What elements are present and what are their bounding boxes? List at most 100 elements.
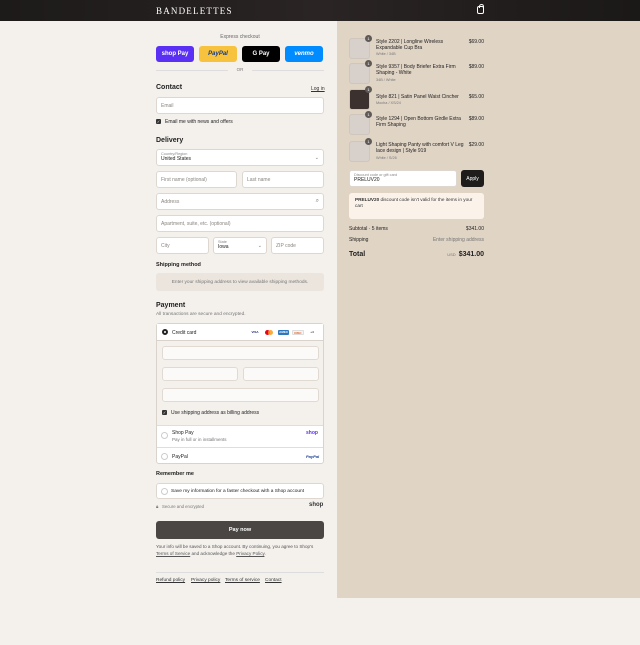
- more-cards-badge: +4: [310, 330, 314, 334]
- zip-field[interactable]: ZIP code: [271, 237, 324, 254]
- mastercard-icon: [264, 330, 274, 335]
- shop-pay-label: Shop Pay: [172, 430, 194, 436]
- shipping-method-heading: Shipping method: [156, 262, 201, 268]
- shop-pay-sub: Pay in full or in installments: [172, 437, 227, 442]
- credit-card-form: ✓ Use shipping address as billing addres…: [157, 341, 323, 425]
- name-on-card-field[interactable]: [162, 388, 319, 402]
- shipping-value: Enter shipping address: [432, 237, 484, 243]
- payment-heading: Payment: [156, 302, 186, 309]
- legal-mid: and acknowledge the: [190, 550, 237, 556]
- top-bar: BANDELETTES: [0, 0, 640, 21]
- item-price: $89.00: [468, 64, 484, 70]
- card-number-field[interactable]: [162, 346, 319, 360]
- shop-pay-option[interactable]: Shop Pay Pay in full or in installments …: [157, 425, 323, 447]
- subtotal-label: Subtotal · 5 items: [349, 226, 388, 232]
- email-field[interactable]: Email: [156, 97, 324, 114]
- currency-code: USD: [447, 252, 456, 257]
- chevron-down-icon: ⌄: [314, 155, 319, 161]
- item-variant: Mocha / XS/24: [376, 101, 401, 105]
- country-value: United States: [161, 156, 192, 162]
- apply-discount-button[interactable]: Apply: [461, 170, 484, 187]
- item-name: Style 821 | Satin Panel Waist Cincher: [376, 94, 459, 100]
- item-name: Style 9357 | Body Briefer Extra Firm Sha…: [376, 64, 456, 77]
- payment-subtitle: All transactions are secure and encrypte…: [156, 312, 246, 317]
- discover-icon: DISC: [292, 330, 304, 335]
- legal-text: Your info will be saved to a Shop accoun…: [156, 544, 326, 557]
- item-name: Light Shaping Panty with comfort V Leg l…: [376, 142, 464, 155]
- delivery-heading: Delivery: [156, 137, 184, 144]
- subtotal-value: $341.00: [465, 226, 484, 232]
- item-price: $69.00: [468, 39, 484, 45]
- amex-icon: AMEX: [278, 330, 289, 335]
- pay-now-button[interactable]: Pay now: [156, 521, 324, 539]
- total-value: USD $341.00: [447, 251, 484, 258]
- item-variant: White / S/26: [376, 156, 397, 160]
- item-price: $29.00: [468, 142, 484, 148]
- payment-options: Credit card VISA AMEX DISC +4 ✓ Use ship…: [156, 323, 324, 464]
- footer-divider: [156, 572, 324, 573]
- shop-pay-radio[interactable]: [161, 432, 168, 439]
- billing-same-checkbox[interactable]: ✓: [162, 410, 167, 415]
- paypal-option[interactable]: PayPal PayPal: [157, 447, 323, 464]
- brand-logo[interactable]: BANDELETTES: [156, 6, 233, 16]
- quantity-badge: 1: [365, 86, 372, 93]
- item-name: Style 1294 | Open Bottom Girdle Extra Fi…: [376, 116, 461, 129]
- shopping-bag-icon[interactable]: [477, 4, 484, 14]
- security-code-field[interactable]: [243, 367, 319, 381]
- last-name-field[interactable]: Last name: [242, 171, 324, 188]
- first-name-field[interactable]: First name (optional): [156, 171, 237, 188]
- lock-icon: 🔒︎: [156, 504, 159, 509]
- refund-policy-link[interactable]: Refund policy: [156, 578, 185, 583]
- shop-pay-express-button[interactable]: shop Pay: [156, 46, 194, 62]
- quantity-badge: 1: [365, 35, 372, 42]
- credit-card-option[interactable]: Credit card VISA AMEX DISC +4: [157, 324, 323, 341]
- shop-logo: shop: [309, 502, 324, 508]
- shipping-label: Shipping: [349, 237, 369, 243]
- order-summary-panel: [337, 21, 640, 598]
- expiration-field[interactable]: [162, 367, 238, 381]
- quantity-badge: 1: [365, 60, 372, 67]
- remember-me-label: Save my information for a faster checkou…: [171, 489, 305, 494]
- search-icon: ⌕: [315, 198, 319, 204]
- newsletter-label: Email me with news and offers: [165, 119, 233, 125]
- shipping-row: Shipping Enter shipping address: [349, 237, 484, 243]
- address-placeholder: Address: [161, 198, 180, 205]
- apartment-field[interactable]: Apartment, suite, etc. (optional): [156, 215, 324, 232]
- privacy-policy-footer-link[interactable]: Privacy policy: [191, 578, 220, 583]
- privacy-policy-link[interactable]: Privacy Policy: [236, 551, 264, 556]
- terms-of-service-link[interactable]: Terms of Service: [156, 551, 190, 556]
- discount-code-field[interactable]: Discount code or gift card PRELUV20: [349, 170, 457, 187]
- quantity-badge: 1: [365, 111, 372, 118]
- remember-me-option[interactable]: Save my information for a faster checkou…: [156, 483, 324, 499]
- total-label: Total: [349, 251, 366, 258]
- shipping-method-message: Enter your shipping address to view avai…: [156, 273, 324, 291]
- legal-end: .: [264, 550, 266, 556]
- venmo-express-button[interactable]: venmo: [285, 46, 323, 62]
- discount-error-alert: PRELUV20 discount code isn't valid for t…: [349, 193, 484, 219]
- newsletter-checkbox[interactable]: ✓: [156, 119, 161, 124]
- alert-code: PRELUV20: [355, 197, 380, 202]
- login-link[interactable]: Log in: [311, 86, 325, 92]
- item-price: $89.00: [468, 116, 484, 122]
- right-bottom-fill: [337, 598, 640, 645]
- remember-me-checkbox[interactable]: [161, 488, 168, 495]
- discount-value: PRELUV20: [354, 177, 380, 183]
- paypal-label: PayPal: [172, 454, 188, 460]
- express-checkout-title: Express checkout: [220, 34, 260, 40]
- chevron-down-icon: ⌄: [257, 243, 262, 249]
- contact-link[interactable]: Contact: [265, 578, 282, 583]
- paypal-radio[interactable]: [161, 453, 168, 460]
- paypal-express-button[interactable]: PayPal: [199, 46, 237, 62]
- quantity-badge: 1: [365, 138, 372, 145]
- paypal-logo: PayPal: [306, 454, 320, 459]
- address-field[interactable]: Address ⌕: [156, 193, 324, 210]
- country-select[interactable]: Country/Region United States ⌄: [156, 149, 324, 166]
- state-select[interactable]: State Iowa ⌄: [213, 237, 267, 254]
- terms-of-service-footer-link[interactable]: Terms of service: [225, 578, 260, 583]
- google-pay-express-button[interactable]: G Pay: [242, 46, 280, 62]
- city-field[interactable]: City: [156, 237, 209, 254]
- visa-icon: VISA: [251, 330, 259, 334]
- credit-card-radio[interactable]: [162, 329, 168, 335]
- item-price: $65.00: [468, 94, 484, 100]
- item-variant: 34B / White: [376, 78, 396, 82]
